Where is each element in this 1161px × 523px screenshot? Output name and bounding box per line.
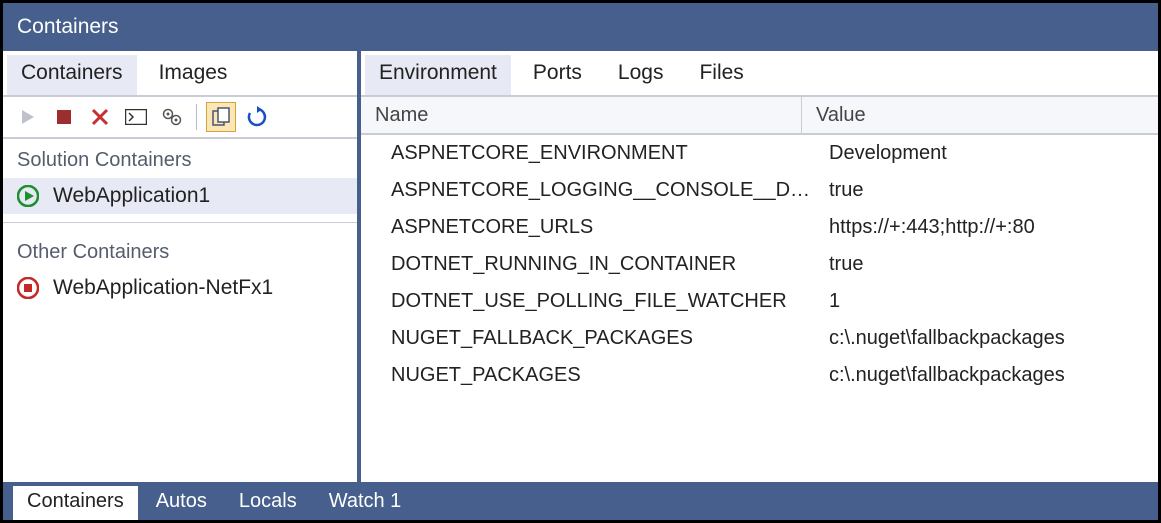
container-item-webapplication-netfx1[interactable]: WebApplication-NetFx1 [3,270,357,306]
env-var-value: c:\.nuget\fallbackpackages [815,327,1158,350]
bottom-tab-strip: Containers Autos Locals Watch 1 [3,482,1158,520]
env-row[interactable]: DOTNET_RUNNING_IN_CONTAINERtrue [361,246,1158,283]
env-row[interactable]: NUGET_PACKAGESc:\.nuget\fallbackpackages [361,357,1158,394]
env-var-name: NUGET_PACKAGES [391,364,815,387]
env-table-body: ASPNETCORE_ENVIRONMENTDevelopmentASPNETC… [361,135,1158,482]
column-name[interactable]: Name [361,104,801,127]
settings-button[interactable] [157,102,187,132]
bottom-tab-locals[interactable]: Locals [225,486,311,520]
solution-containers-label: Solution Containers [3,139,357,178]
title-bar: Containers [3,3,1158,51]
copy-button[interactable] [206,102,236,132]
env-var-value: https://+:443;http://+:80 [815,216,1158,239]
detail-tabs: Environment Ports Logs Files [361,51,1158,95]
remove-button[interactable] [85,102,115,132]
env-var-name: DOTNET_RUNNING_IN_CONTAINER [391,253,815,276]
running-icon [17,185,39,207]
env-var-value: c:\.nuget\fallbackpackages [815,364,1158,387]
tab-files[interactable]: Files [685,55,757,95]
env-var-name: ASPNETCORE_URLS [391,216,815,239]
container-name: WebApplication-NetFx1 [53,276,273,300]
terminal-icon [125,109,147,125]
env-var-value: 1 [815,290,1158,313]
sidebar-divider [3,222,357,223]
stopped-icon [17,277,39,299]
env-table-header: Name Value [361,95,1158,135]
close-icon [90,107,110,127]
gears-icon [161,107,183,127]
env-var-name: ASPNETCORE_ENVIRONMENT [391,142,815,165]
bottom-tab-watch1[interactable]: Watch 1 [315,486,416,520]
play-icon [20,109,36,125]
tab-ports[interactable]: Ports [519,55,596,95]
sidebar-tab-images[interactable]: Images [145,55,242,95]
start-button[interactable] [13,102,43,132]
refresh-icon [246,106,268,128]
tab-logs[interactable]: Logs [604,55,678,95]
env-var-name: DOTNET_USE_POLLING_FILE_WATCHER [391,290,815,313]
stop-button[interactable] [49,102,79,132]
bottom-tab-autos[interactable]: Autos [142,486,221,520]
main-area: Containers Images [3,51,1158,482]
env-var-value: Development [815,142,1158,165]
env-row[interactable]: NUGET_FALLBACK_PACKAGESc:\.nuget\fallbac… [361,320,1158,357]
copy-icon [211,107,231,127]
content-area: Environment Ports Logs Files Name Value … [361,51,1158,482]
container-item-webapplication1[interactable]: WebApplication1 [3,178,357,214]
env-var-name: ASPNETCORE_LOGGING__CONSOLE__DISA... [391,179,815,202]
env-var-value: true [815,253,1158,276]
sidebar-tab-containers[interactable]: Containers [7,55,137,95]
window-title: Containers [17,15,119,39]
containers-tool-window: Containers Containers Images [0,0,1161,523]
env-var-value: true [815,179,1158,202]
env-row[interactable]: DOTNET_USE_POLLING_FILE_WATCHER1 [361,283,1158,320]
toolbar [3,95,357,139]
env-var-name: NUGET_FALLBACK_PACKAGES [391,327,815,350]
toolbar-separator [196,104,197,130]
sidebar-tabs: Containers Images [3,51,357,95]
tab-environment[interactable]: Environment [365,55,511,95]
refresh-button[interactable] [242,102,272,132]
bottom-tab-containers[interactable]: Containers [13,486,138,520]
env-row[interactable]: ASPNETCORE_URLShttps://+:443;http://+:80 [361,209,1158,246]
env-row[interactable]: ASPNETCORE_ENVIRONMENTDevelopment [361,135,1158,172]
stop-icon [56,109,72,125]
other-containers-label: Other Containers [3,231,357,270]
column-value[interactable]: Value [801,97,1158,133]
env-row[interactable]: ASPNETCORE_LOGGING__CONSOLE__DISA...true [361,172,1158,209]
terminal-button[interactable] [121,102,151,132]
sidebar: Containers Images [3,51,361,482]
container-name: WebApplication1 [53,184,210,208]
